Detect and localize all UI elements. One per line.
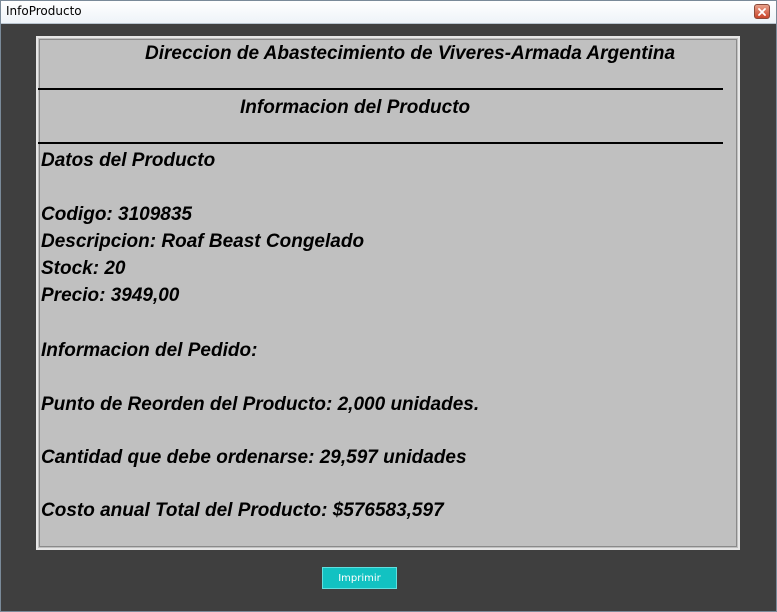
section-order-title: Informacion del Pedido: [41,340,258,361]
reorder-point: Punto de Reorden del Producto: 2,000 uni… [41,394,480,415]
header-divider [38,88,723,90]
window-title: InfoProducto [6,4,82,18]
print-button[interactable]: Imprimir [322,567,397,589]
product-stock: Stock: 20 [41,258,126,279]
close-button[interactable] [754,4,770,19]
annual-total-cost: Costo anual Total del Producto: $576583,… [41,500,444,521]
order-quantity: Cantidad que debe ordenarse: 29,597 unid… [41,447,467,468]
section-product-title: Datos del Producto [41,150,216,171]
title-bar[interactable]: InfoProducto [1,1,776,24]
report-header: Direccion de Abastecimiento de Viveres-A… [145,43,676,64]
report-subheader: Informacion del Producto [240,97,471,118]
close-icon [758,7,766,16]
subheader-divider [38,142,723,144]
product-code: Codigo: 3109835 [41,204,192,225]
product-price: Precio: 3949,00 [41,285,180,306]
product-description: Descripcion: Roaf Beast Congelado [41,231,365,252]
